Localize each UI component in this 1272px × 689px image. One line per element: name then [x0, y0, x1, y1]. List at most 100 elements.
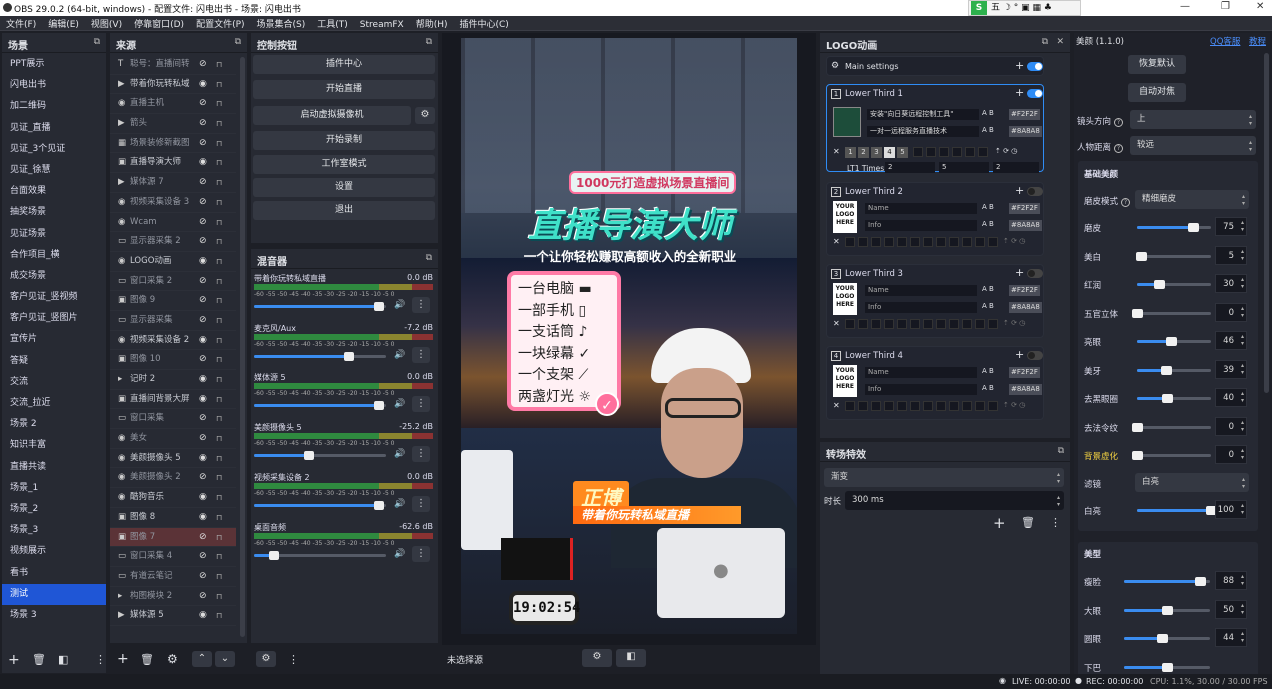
preview-canvas[interactable]: 1000元打造虚拟场景直播间 直播导演大师 一个让你轻松赚取高额收入的全新职业 …	[461, 38, 797, 634]
speaker-icon[interactable]: 🔊	[394, 549, 405, 559]
close-dock-icon[interactable]: ✕	[1056, 37, 1064, 47]
slider-knob[interactable]	[1161, 394, 1173, 403]
minimize-icon[interactable]: —	[1180, 1, 1190, 12]
lt-slot[interactable]	[871, 237, 881, 247]
scene-item[interactable]: 见证_徐慧	[2, 160, 106, 181]
source-item[interactable]: ▭ 窗口采集 4 ⊘ ⊓	[110, 547, 236, 567]
eye-hidden-icon[interactable]: ⊘	[199, 311, 207, 330]
plugin-center-button[interactable]: 插件中心	[253, 55, 435, 74]
eye-hidden-icon[interactable]: ⊘	[199, 429, 207, 448]
source-item[interactable]: ◉ Wcam ⊘ ⊓	[110, 213, 236, 233]
lt-slot[interactable]	[910, 401, 920, 411]
scene-item[interactable]: 场景 2	[2, 414, 106, 435]
slider-knob[interactable]	[1135, 251, 1147, 261]
lt-slot[interactable]	[845, 401, 855, 411]
font-icon[interactable]: A B	[982, 302, 994, 310]
lt-slot[interactable]	[871, 319, 881, 329]
lock-icon[interactable]: ⊓	[216, 409, 222, 428]
lock-icon[interactable]: ⊓	[216, 311, 222, 330]
close-icon[interactable]: ✕	[1256, 1, 1264, 12]
scene-item[interactable]: 宣传片	[2, 329, 106, 350]
eye-icon[interactable]: ◉	[199, 75, 207, 94]
channel-menu-icon[interactable]: ⋮	[412, 446, 430, 463]
lt-slot[interactable]	[926, 147, 936, 157]
lt-slot[interactable]	[936, 237, 946, 247]
lt-color1[interactable]: #F2F2F	[1009, 367, 1040, 378]
lt-color1[interactable]: #F2F2F	[1009, 285, 1040, 296]
shape-slider[interactable]	[1124, 605, 1210, 615]
source-item[interactable]: ▭ 窗口采集 2 ⊘ ⊓	[110, 272, 236, 292]
font-icon[interactable]: A B	[982, 384, 994, 392]
remove-source-icon[interactable]: 🗑	[140, 653, 154, 666]
auto-focus-button[interactable]: 自动对焦	[1128, 83, 1186, 102]
lock-icon[interactable]: ⊓	[216, 567, 222, 586]
add-icon[interactable]: +	[1015, 86, 1024, 99]
eye-hidden-icon[interactable]: ⊘	[199, 114, 207, 133]
menu-item[interactable]: StreamFX	[354, 19, 410, 30]
beauty-param-value[interactable]: 46	[1215, 331, 1247, 350]
lt-color2[interactable]: #8A8A8	[1009, 302, 1042, 313]
lt-duration-field[interactable]: 5	[939, 162, 989, 173]
lt-slot[interactable]	[897, 401, 907, 411]
lt-slot[interactable]	[858, 401, 868, 411]
lt-slot[interactable]	[884, 401, 894, 411]
qq-support-link[interactable]: QQ客服	[1210, 35, 1240, 47]
start-recording-button[interactable]: 开始录制	[253, 131, 435, 150]
source-item[interactable]: ▣ 图像 10 ⊘ ⊓	[110, 350, 236, 370]
lt-slot[interactable]	[871, 401, 881, 411]
scene-item[interactable]: 场景 3	[2, 605, 106, 626]
slider-knob[interactable]	[1132, 422, 1143, 432]
lock-icon[interactable]: ⊓	[216, 94, 222, 113]
lt-color1[interactable]: #F2F2F	[1009, 203, 1040, 214]
lock-icon[interactable]: ⊓	[216, 587, 222, 606]
white-slider[interactable]	[1137, 506, 1217, 515]
undock-icon[interactable]: ⧉	[94, 37, 100, 47]
font-icon[interactable]: A B	[982, 220, 994, 228]
lt-slot[interactable]	[897, 237, 907, 247]
lock-icon[interactable]: ⊓	[216, 114, 222, 133]
source-item[interactable]: ▶ 箭头 ⊘ ⊓	[110, 114, 236, 134]
eye-icon[interactable]: ◉	[199, 508, 207, 527]
font-icon[interactable]: A B	[982, 109, 994, 117]
eye-hidden-icon[interactable]: ⊘	[199, 94, 207, 113]
beauty-param-value[interactable]: 0	[1215, 416, 1247, 436]
lt-name-field[interactable]: Name	[865, 285, 977, 296]
lock-icon[interactable]: ⊓	[216, 528, 222, 547]
undock-icon[interactable]: ⧉	[1042, 37, 1048, 47]
scene-item[interactable]: PPT展示	[2, 54, 106, 75]
shape-slider[interactable]	[1124, 634, 1210, 643]
shape-param-value[interactable]: 88	[1215, 571, 1247, 590]
add-icon[interactable]: +	[1015, 348, 1024, 361]
source-item[interactable]: ◉ 酷狗音乐 ◉ ⊓	[110, 488, 236, 508]
add-scene-icon[interactable]: +	[8, 652, 20, 668]
transition-select[interactable]: 渐变	[824, 468, 1064, 487]
lock-icon[interactable]: ⊓	[216, 75, 222, 94]
source-item[interactable]: ▭ 有道云笔记 ⊘ ⊓	[110, 567, 236, 587]
font-icon[interactable]: A B	[982, 367, 994, 375]
volume-slider[interactable]	[254, 401, 386, 411]
close-icon[interactable]: ✕	[833, 147, 840, 156]
source-filters-icon[interactable]: ◧	[616, 649, 646, 667]
menu-item[interactable]: 场景集合(S)	[251, 16, 312, 30]
eye-icon[interactable]: ◉	[199, 449, 207, 468]
lt-controls-icon[interactable]: ⇡ ⟳ ◷	[1003, 401, 1025, 409]
source-item[interactable]: ◉ LOGO动画 ◉ ⊓	[110, 252, 236, 272]
scene-item[interactable]: 客户见证_竖视频	[2, 287, 106, 308]
studio-mode-button[interactable]: 工作室模式	[253, 155, 435, 174]
lock-icon[interactable]: ⊓	[216, 213, 222, 232]
lt-times-field[interactable]: 2	[885, 162, 935, 173]
lt-page-button[interactable]: 5	[897, 147, 908, 158]
lt-slot[interactable]	[939, 147, 949, 157]
lt-name-field[interactable]: Name	[865, 367, 977, 378]
channel-menu-icon[interactable]: ⋮	[412, 495, 430, 512]
menu-item[interactable]: 配置文件(P)	[190, 16, 250, 30]
scene-item[interactable]: 合作项目_横	[2, 245, 106, 266]
scene-item[interactable]: 闪电出书	[2, 75, 106, 96]
lt-slot[interactable]	[949, 401, 959, 411]
ime-toolbar[interactable]: S 五 ☽ ° ▣ ▦ ♣	[968, 0, 1081, 16]
volume-slider[interactable]	[254, 351, 386, 361]
eye-hidden-icon[interactable]: ⊘	[199, 528, 207, 547]
undock-icon[interactable]: ⧉	[426, 253, 432, 263]
menu-item[interactable]: 停靠窗口(D)	[128, 16, 190, 30]
shape-param-value[interactable]: 50	[1215, 599, 1247, 619]
